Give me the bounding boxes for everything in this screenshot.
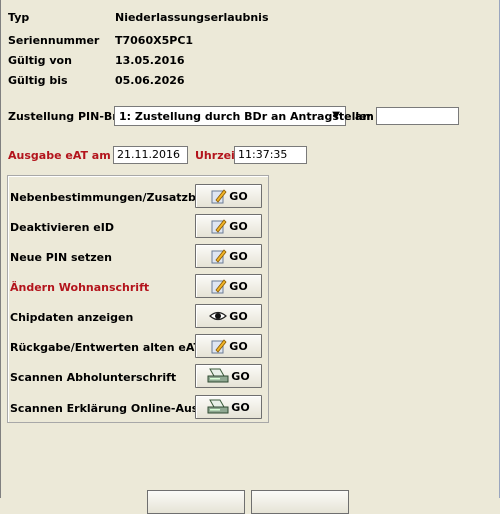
eye-icon — [209, 311, 228, 321]
delivery-date-input[interactable] — [376, 107, 459, 125]
edit-icon — [211, 189, 227, 204]
go-button-nebenbestimmungen[interactable]: GO — [195, 184, 262, 208]
action-label-chipdaten: Chipdaten anzeigen — [10, 311, 134, 324]
go-button-neue-pin[interactable]: GO — [195, 244, 262, 268]
go-button-rueckgabe[interactable]: GO — [195, 334, 262, 358]
action-label-deaktivieren-eid: Deaktivieren eID — [10, 221, 114, 234]
bottom-button-left[interactable] — [147, 490, 245, 514]
action-label-neue-pin: Neue PIN setzen — [10, 251, 112, 264]
go-button-chipdaten[interactable]: GO — [195, 304, 262, 328]
go-label: GO — [229, 249, 248, 263]
valid-from-value: 13.05.2016 — [115, 54, 185, 67]
go-label: GO — [231, 369, 250, 383]
issue-eat-label: Ausgabe eAT am — [8, 149, 111, 162]
serial-number-value: T7060X5PC1 — [115, 34, 194, 47]
go-label: GO — [231, 400, 250, 414]
valid-to-label: Gültig bis — [8, 74, 68, 87]
go-label: GO — [229, 189, 248, 203]
am-label: am — [355, 110, 374, 123]
scanner-icon — [207, 399, 229, 414]
go-label: GO — [229, 309, 248, 323]
valid-from-label: Gültig von — [8, 54, 72, 67]
type-value: Niederlassungserlaubnis — [115, 11, 269, 24]
issue-time-input[interactable]: 11:37:35 — [234, 146, 307, 164]
pin-letter-delivery-select[interactable]: 1: Zustellung durch BDr an Antragsteller… — [114, 106, 372, 126]
action-label-scannen-erklaerung: Scannen Erklärung Online-Ausweis — [10, 402, 227, 415]
go-button-aendern-wohnanschrift[interactable]: GO — [195, 274, 262, 298]
go-button-scannen-abholunterschrift[interactable]: GO — [195, 364, 262, 388]
go-label: GO — [229, 279, 248, 293]
action-label-rueckgabe: Rückgabe/Entwerten alten eAT — [10, 341, 202, 354]
edit-icon — [211, 339, 227, 354]
action-label-aendern-wohnanschrift: Ändern Wohnanschrift — [10, 281, 150, 294]
issue-date-input[interactable]: 21.11.2016 — [113, 146, 188, 164]
bottom-button-right[interactable] — [251, 490, 349, 514]
go-button-scannen-erklaerung[interactable]: GO — [195, 395, 262, 419]
go-label: GO — [229, 219, 248, 233]
valid-to-value: 05.06.2026 — [115, 74, 185, 87]
chevron-down-icon[interactable]: ▼ — [332, 110, 340, 121]
edit-icon — [211, 279, 227, 294]
scanner-icon — [207, 368, 229, 383]
go-button-deaktivieren-eid[interactable]: GO — [195, 214, 262, 238]
type-label: Typ — [8, 11, 30, 24]
go-label: GO — [229, 339, 248, 353]
action-label-scannen-abholunterschrift: Scannen Abholunterschrift — [10, 371, 177, 384]
action-label-nebenbestimmungen: Nebenbestimmungen/Zusatzblatt — [10, 191, 218, 204]
edit-icon — [211, 249, 227, 264]
edit-icon — [211, 219, 227, 234]
serial-number-label: Seriennummer — [8, 34, 100, 47]
